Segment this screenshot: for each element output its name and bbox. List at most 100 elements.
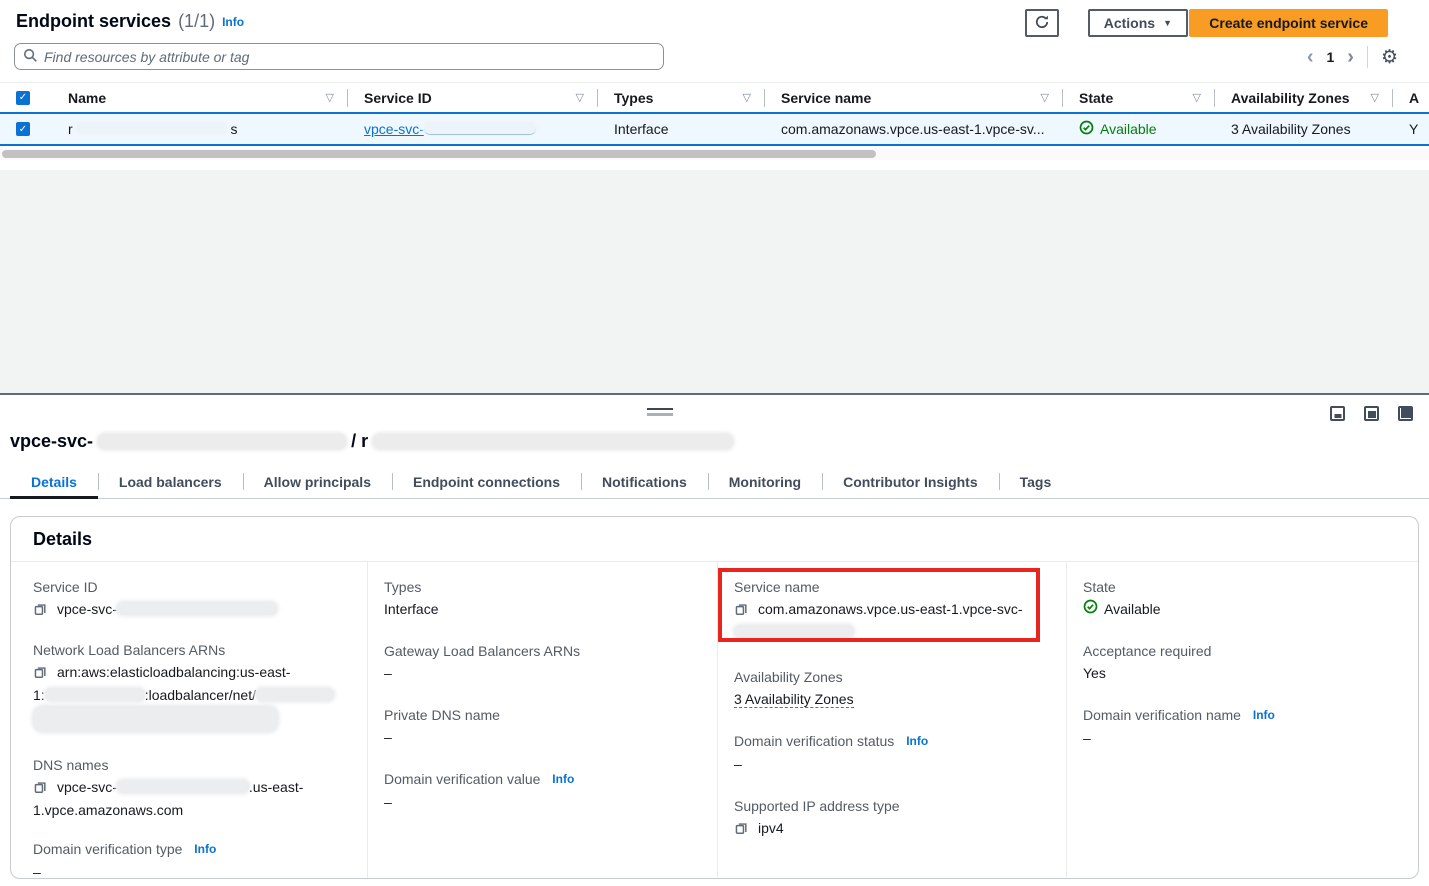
cell-types: Interface [598, 121, 765, 137]
details-column-4: State Available Acceptance required Yes [1066, 562, 1418, 879]
copy-icon[interactable] [734, 601, 748, 622]
pager-divider [1367, 46, 1368, 68]
tab-allow-principals[interactable]: Allow principals [243, 466, 392, 498]
row-checkbox[interactable]: ✓ [16, 122, 30, 136]
tab-endpoint-connections[interactable]: Endpoint connections [392, 466, 581, 498]
service-id-link[interactable]: vpce-svc- [364, 121, 536, 137]
panel-title-id-prefix: vpce-svc- [10, 431, 93, 452]
panel-size-medium-icon[interactable] [1364, 406, 1379, 421]
field-acceptance-required: Acceptance required Yes [1083, 641, 1398, 684]
dns-mid: .us-east- [249, 779, 303, 795]
split-panel-drag-handle-icon[interactable] [647, 408, 673, 416]
select-all-checkbox[interactable]: ✓ [16, 91, 30, 105]
service-id-value-prefix: vpce-svc- [57, 601, 117, 617]
page-number[interactable]: 1 [1326, 49, 1334, 65]
copy-icon[interactable] [734, 820, 748, 841]
filter-sort-icon[interactable]: ▽ [1371, 91, 1379, 104]
column-label: Service ID [364, 90, 432, 106]
info-link[interactable]: Info [552, 772, 574, 786]
field-domain-verification-type: Domain verification type Info – [33, 839, 347, 879]
availability-zones-popover-trigger[interactable]: 3 Availability Zones [1231, 121, 1351, 137]
field-label: Domain verification type [33, 841, 182, 857]
filter-sort-icon[interactable]: ▽ [1041, 91, 1049, 104]
panel-size-small-icon[interactable] [1330, 406, 1345, 421]
header-info-link[interactable]: Info [222, 15, 244, 29]
resource-counter: (1/1) [178, 11, 215, 32]
status-available-icon [1083, 599, 1098, 620]
details-heading: Details [33, 529, 1396, 550]
chevron-right-icon[interactable]: › [1347, 47, 1354, 67]
field-label: Service ID [33, 577, 347, 597]
field-value: – [1083, 728, 1398, 749]
column-header-truncated[interactable]: A [1393, 83, 1429, 112]
actions-button[interactable]: Actions ▼ [1088, 9, 1188, 37]
filter-sort-icon[interactable]: ▽ [576, 91, 584, 104]
column-header-service-name[interactable]: Service name ▽ [765, 83, 1063, 112]
tab-monitoring[interactable]: Monitoring [708, 466, 822, 498]
field-glb-arns: Gateway Load Balancers ARNs – [384, 641, 697, 684]
service-name-line1: com.amazonaws.vpce.us-east-1.vpce-svc- [758, 601, 1023, 617]
column-header-state[interactable]: State ▽ [1063, 83, 1215, 112]
check-icon: ✓ [19, 92, 27, 103]
tab-details[interactable]: Details [10, 466, 98, 498]
tab-notifications[interactable]: Notifications [581, 466, 708, 498]
column-header-availability-zones[interactable]: Availability Zones ▽ [1215, 83, 1393, 112]
info-link[interactable]: Info [194, 842, 216, 856]
chevron-left-icon[interactable]: ‹ [1307, 47, 1314, 67]
endpoint-services-table: ✓ Name ▽ Service ID ▽ Types ▽ Service na… [0, 82, 1429, 146]
column-label: Availability Zones [1231, 90, 1350, 106]
field-label: Domain verification status [734, 733, 894, 749]
state-text: Available [1100, 121, 1157, 137]
copy-icon[interactable] [33, 601, 47, 622]
panel-size-large-icon[interactable] [1398, 406, 1413, 421]
info-link[interactable]: Info [906, 734, 928, 748]
search-input[interactable] [44, 49, 655, 65]
field-label: Supported IP address type [734, 796, 1046, 816]
header-select-all-cell: ✓ [0, 83, 47, 112]
table-row[interactable]: ✓ r s vpce-svc- Interface com.amazonaws.… [0, 112, 1429, 146]
refresh-button[interactable] [1025, 9, 1059, 37]
page-title: Endpoint services [16, 11, 171, 32]
details-column-3: Service name com.amazonaws.vpce.us-east-… [717, 562, 1066, 879]
tab-contributor-insights[interactable]: Contributor Insights [822, 466, 999, 498]
field-domain-verification-value: Domain verification value Info – [384, 769, 697, 813]
arn-line1: arn:aws:elasticloadbalancing:us-east- [57, 664, 290, 680]
arn-line2-prefix: 1: [33, 687, 45, 703]
field-state: State Available [1083, 577, 1398, 620]
column-label: Name [68, 90, 106, 106]
filter-sort-icon[interactable]: ▽ [326, 91, 334, 104]
create-button-label: Create endpoint service [1209, 15, 1368, 31]
panel-title-name-prefix: r [361, 431, 368, 452]
filter-sort-icon[interactable]: ▽ [743, 91, 751, 104]
panel-title: vpce-svc- / r [10, 431, 733, 452]
tab-load-balancers[interactable]: Load balancers [98, 466, 243, 498]
copy-icon[interactable] [33, 664, 47, 685]
availability-zones-popover-trigger[interactable]: 3 Availability Zones [734, 691, 854, 708]
split-panel: vpce-svc- / r Details Load balancers All… [0, 393, 1429, 886]
status-available-icon [1079, 120, 1094, 138]
details-card: Details Service ID vpce-svc- Network L [10, 516, 1419, 879]
column-label: State [1079, 90, 1113, 106]
field-label: Service name [734, 577, 1046, 597]
caret-down-icon: ▼ [1163, 18, 1172, 28]
create-endpoint-service-button[interactable]: Create endpoint service [1189, 9, 1388, 37]
cell-name: r s [47, 121, 348, 137]
gear-icon[interactable]: ⚙ [1381, 48, 1398, 67]
check-icon: ✓ [19, 124, 27, 135]
horizontal-scrollbar-thumb[interactable] [2, 150, 876, 158]
column-header-types[interactable]: Types ▽ [598, 83, 765, 112]
column-header-service-id[interactable]: Service ID ▽ [348, 83, 598, 112]
cell-truncated: Y [1393, 121, 1429, 137]
filter-sort-icon[interactable]: ▽ [1193, 91, 1201, 104]
column-header-name[interactable]: Name ▽ [47, 83, 348, 112]
copy-icon[interactable] [33, 779, 47, 800]
field-label: State [1083, 577, 1398, 597]
info-link[interactable]: Info [1253, 708, 1275, 722]
arn-line2-mid: :loadbalancer/net/ [145, 687, 256, 703]
dns-line2: 1.vpce.amazonaws.com [33, 802, 183, 818]
redacted-text [77, 122, 227, 135]
search-icon [23, 48, 38, 66]
cell-service-id: vpce-svc- [348, 121, 598, 137]
tab-tags[interactable]: Tags [999, 466, 1073, 498]
field-label: Acceptance required [1083, 641, 1398, 661]
